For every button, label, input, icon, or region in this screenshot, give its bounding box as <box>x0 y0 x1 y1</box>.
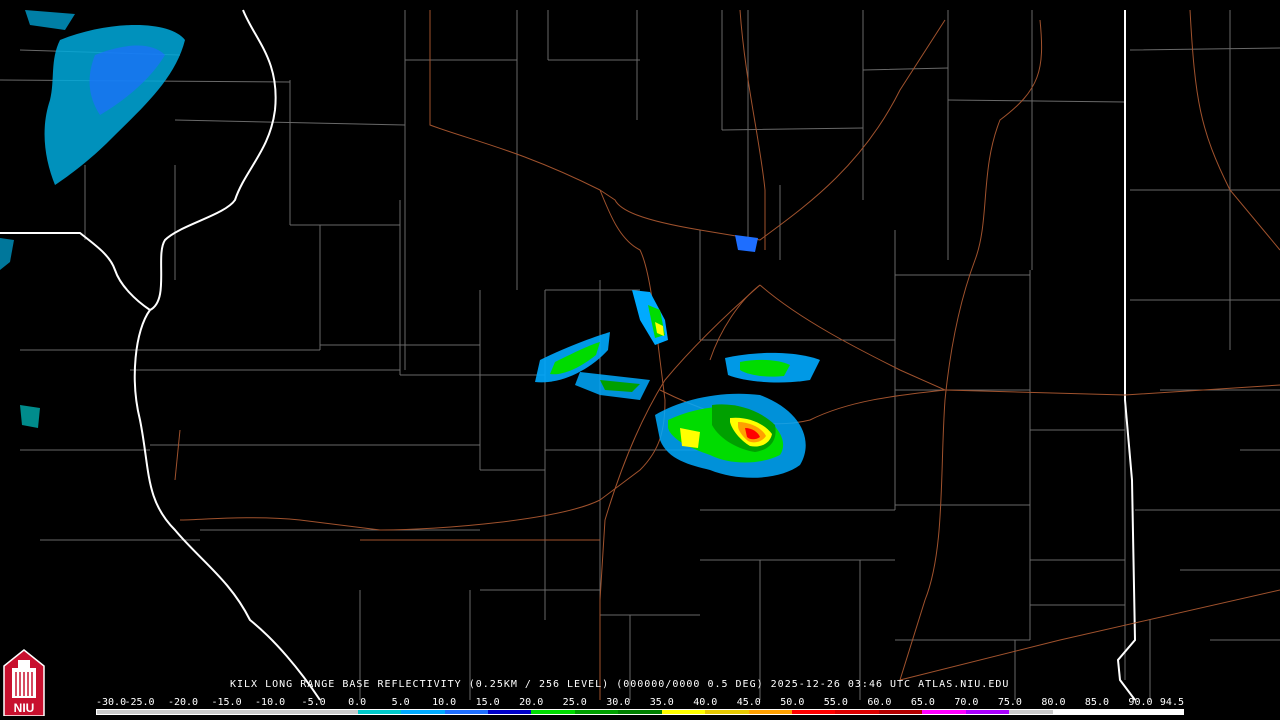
scale-label: 70.0 <box>954 697 979 708</box>
scale-label: 65.0 <box>910 697 935 708</box>
scale-label: 20.0 <box>519 697 544 708</box>
scale-label: -5.0 <box>301 697 326 708</box>
scale-swatch <box>357 710 402 714</box>
scale-label: 55.0 <box>823 697 848 708</box>
scale-swatch <box>835 710 879 714</box>
scale-label: -20.0 <box>167 697 199 708</box>
scale-swatch <box>574 710 619 714</box>
scale-label: 85.0 <box>1084 697 1109 708</box>
scale-label: -10.0 <box>255 697 286 708</box>
scale-swatch <box>270 710 315 714</box>
scale-label: 75.0 <box>997 697 1022 708</box>
scale-swatch <box>1052 710 1097 714</box>
logo-text: NIU <box>13 701 35 715</box>
scale-label: 50.0 <box>780 697 805 708</box>
scale-label: 0.0 <box>348 697 367 708</box>
scale-swatch <box>661 710 706 714</box>
scale-label: 60.0 <box>867 697 892 708</box>
scale-swatch <box>1009 710 1053 714</box>
scale-swatch <box>487 710 532 714</box>
product-caption: KILX LONG RANGE BASE REFLECTIVITY (0.25K… <box>230 679 1009 690</box>
scale-swatch <box>183 710 228 714</box>
scale-label: 25.0 <box>562 697 587 708</box>
scale-label: 15.0 <box>475 697 500 708</box>
scale-label: 80.0 <box>1041 697 1066 708</box>
station-id: KILX <box>230 679 259 690</box>
scale-label: -30.0 <box>96 697 127 708</box>
scale-swatch <box>314 710 358 714</box>
scale-swatch <box>531 710 575 714</box>
scale-label: 30.0 <box>606 697 631 708</box>
source-site: ATLAS.NIU.EDU <box>918 679 1010 690</box>
scale-swatch <box>1139 710 1183 714</box>
scale-label: -25.0 <box>124 697 155 708</box>
scale-label: -15.0 <box>211 697 242 708</box>
scale-swatch <box>1096 710 1140 714</box>
scale-label: 90.0 <box>1128 697 1153 708</box>
color-scale-labels: -30.0 -25.0 -20.0 -15.0 -10.0 -5.0 0.0 5.0 10.0 1… <box>96 697 1184 709</box>
niu-logo: NIU <box>2 646 46 717</box>
scale-label: 35.0 <box>649 697 674 708</box>
scale-swatch <box>140 710 184 714</box>
scale-swatch <box>792 710 836 714</box>
scan-datetime: 2025-12-26 03:46 UTC <box>770 679 912 690</box>
reflectivity-echoes <box>0 10 820 478</box>
product-resolution: (0.25KM / 256 LEVEL) <box>468 679 610 690</box>
radar-map <box>0 9 1280 701</box>
scale-swatch <box>705 710 749 714</box>
scale-label: 94.5 <box>1159 697 1184 708</box>
scale-swatch <box>748 710 792 714</box>
scale-label: 10.0 <box>432 697 457 708</box>
scale-label: 45.0 <box>736 697 761 708</box>
product-name: LONG RANGE BASE REFLECTIVITY <box>265 679 462 690</box>
scale-swatch <box>444 710 488 714</box>
scale-label: 5.0 <box>391 697 410 708</box>
scale-swatch <box>922 710 966 714</box>
highways <box>174 9 1280 700</box>
scale-swatch <box>965 710 1010 714</box>
radar-map-view: KILX LONG RANGE BASE REFLECTIVITY (0.25K… <box>0 0 1280 720</box>
volume-scan: (000000/0000 0.5 DEG) <box>616 679 764 690</box>
color-scale-bar <box>96 709 1184 715</box>
scale-swatch <box>97 710 141 714</box>
scale-swatch <box>618 710 662 714</box>
scale-swatch <box>227 710 271 714</box>
scale-swatch <box>401 710 445 714</box>
scale-label: 40.0 <box>693 697 718 708</box>
scale-swatch <box>878 710 923 714</box>
county-boundaries <box>0 10 1280 700</box>
